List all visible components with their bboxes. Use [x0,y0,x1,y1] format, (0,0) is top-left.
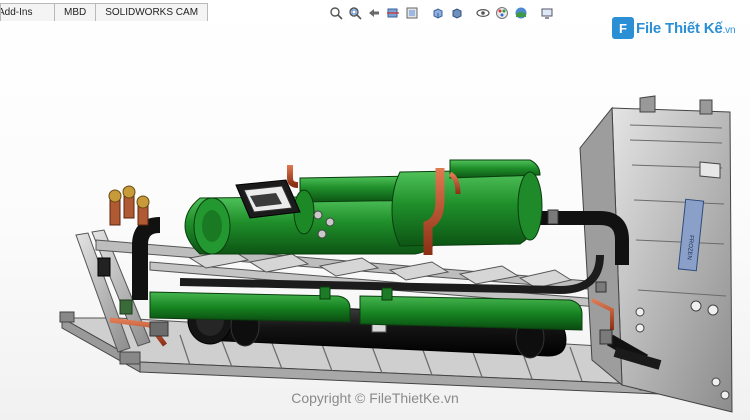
tab-mbd[interactable]: MBD [54,3,97,21]
tab-add-ins[interactable]: Add-Ins [0,3,55,21]
edit-appearance-icon[interactable] [494,6,509,21]
zoom-to-fit-icon[interactable] [328,6,343,21]
compressor-right [391,159,543,247]
chiller-assembly-model[interactable]: FROZEN [0,0,750,420]
zoom-to-area-icon[interactable] [347,6,362,21]
copyright-watermark: Copyright © FileThietKe.vn [291,390,459,406]
tab-solidworks-cam[interactable]: SOLIDWORKS CAM [95,3,209,21]
logo-name: File Thiết Kế.vn [636,19,736,37]
view-settings-icon[interactable] [539,6,554,21]
command-manager-tabs: Add-Ins MBD SOLIDWORKS CAM [0,3,209,21]
graphics-viewport[interactable]: Add-Ins MBD SOLIDWORKS CAM F File Thiết … [0,0,750,420]
filethietke-logo: F File Thiết Kế.vn [612,16,736,40]
hide-show-items-icon[interactable] [475,6,490,21]
logo-mark: F [612,17,634,39]
section-view-icon[interactable] [385,6,400,21]
display-style-icon[interactable] [449,6,464,21]
previous-view-icon[interactable] [366,6,381,21]
view-orientation-icon[interactable] [430,6,445,21]
dynamic-annotation-views-icon[interactable] [404,6,419,21]
heads-up-view-toolbar [328,5,558,21]
apply-scene-icon[interactable] [513,6,528,21]
